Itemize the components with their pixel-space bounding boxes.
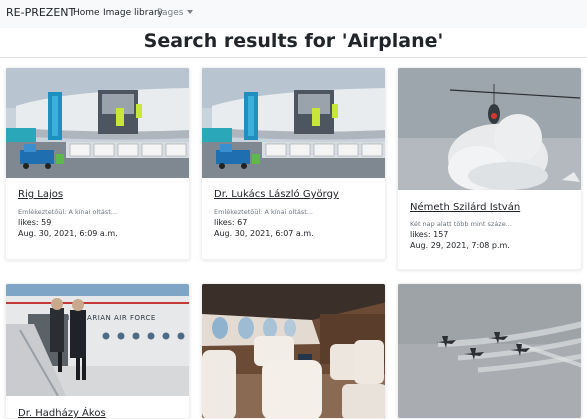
brand-link[interactable]: RE-PREZENT — [6, 6, 75, 19]
likes-count: likes: 157 — [410, 230, 449, 239]
author-link[interactable]: Rig Lajos — [18, 189, 63, 200]
post-description: Emlékeztetőül: A kínai oltást... — [18, 208, 117, 216]
post-date: Aug. 29, 2021, 7:08 p.m. — [410, 241, 510, 250]
navbar: RE-PREZENT Home Image library Pages — [0, 0, 587, 28]
page-title: Search results for 'Airplane' — [143, 30, 444, 52]
caret-down-icon — [187, 9, 194, 14]
jet-cabin-image[interactable] — [202, 284, 385, 418]
helicopter-image[interactable] — [398, 68, 581, 190]
likes-count: likes: 59 — [18, 218, 52, 227]
result-card: Rig Lajos Emlékeztetőül: A kínai oltást.… — [5, 67, 190, 260]
author-link[interactable]: Dr. Lukács László György — [214, 189, 339, 200]
post-description: Két nap alatt több mint száze... — [410, 220, 512, 228]
jet-formation-image[interactable] — [398, 284, 581, 418]
post-date: Aug. 30, 2021, 6:09 a.m. — [18, 229, 118, 238]
result-card: HUNGARIAN AIR FORCE Dr. Hadházy Ákos — [5, 283, 190, 419]
nav-pages-dropdown[interactable]: Pages — [157, 8, 194, 18]
nav-pages-label: Pages — [157, 8, 184, 18]
post-date: Aug. 30, 2021, 6:07 a.m. — [214, 229, 314, 238]
cargo-plane-image[interactable] — [202, 68, 385, 178]
author-link[interactable]: Németh Szilárd István — [410, 202, 520, 213]
post-description: Emlékeztetőül: A kínai oltást... — [214, 208, 313, 216]
author-link[interactable]: Dr. Hadházy Ákos — [18, 408, 106, 418]
result-card: Dr. Lukács László György Emlékeztetőül: … — [201, 67, 386, 260]
airplane-stairs-image[interactable]: HUNGARIAN AIR FORCE — [6, 284, 189, 396]
divider — [0, 57, 587, 58]
result-card: Németh Szilárd István Két nap alatt több… — [397, 67, 582, 270]
result-card — [201, 283, 386, 419]
cargo-plane-image[interactable] — [6, 68, 189, 178]
likes-count: likes: 67 — [214, 218, 248, 227]
nav-image-library-link[interactable]: Image library — [103, 8, 163, 18]
nav-home-link[interactable]: Home — [73, 8, 100, 18]
result-card — [397, 283, 582, 419]
